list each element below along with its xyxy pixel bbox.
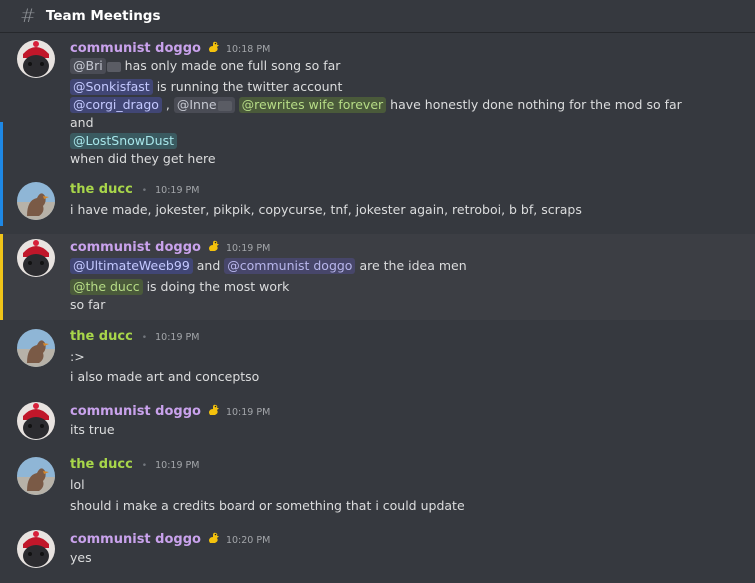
author-name[interactable]: the ducc [70,182,133,197]
message-line: i also made art and conceptso [70,369,260,384]
message-group: communist doggo 10:19 PM its true [0,400,755,444]
message-line: @LostSnowDust [70,132,177,150]
user-mention[interactable]: @Sonkisfast [70,79,153,95]
message-group: the ducc • 10:19 PM i have made, jokeste… [0,172,755,226]
user-mention[interactable]: @communist doggo [224,258,356,274]
message-line: yes [70,550,92,565]
timestamp: 10:19 PM [155,460,200,471]
user-mention[interactable]: @rewrites wife forever [238,97,387,113]
message-group: the ducc • 10:19 PM lol should i make a … [0,455,755,517]
status-dot: • [141,333,148,343]
message-line: @corgi_drago , @Inne @rewrites wife fore… [70,96,682,114]
timestamp: 10:19 PM [155,332,200,343]
author-name[interactable]: communist doggo [70,240,201,255]
message-line: when did they get here [70,151,216,166]
highlight-bar [0,234,3,320]
user-mention[interactable]: @Inne [173,97,235,113]
status-dot: • [141,461,148,471]
redacted-block [106,61,121,72]
highlight-bar [0,172,3,226]
message-line: lol [70,477,85,492]
message-group: communist doggo 10:20 PM yes [0,528,755,576]
message-group: communist doggo 10:19 PM @UltimateWeeb99… [0,234,755,320]
user-mention[interactable]: @UltimateWeeb99 [70,258,193,274]
avatar-doggo[interactable] [17,402,55,440]
channel-header: # Team Meetings [0,0,755,33]
timestamp: 10:20 PM [225,535,271,546]
message-text: is running the twitter account [156,79,343,94]
message-line: @Bri has only made one full song so far [70,57,340,75]
author-name[interactable]: communist doggo [70,404,201,419]
avatar-ducc[interactable] [17,329,55,367]
duck-badge-icon [207,40,220,53]
message-text: and [196,258,221,273]
message-line: and [70,115,94,130]
avatar-doggo[interactable] [17,239,55,277]
author-name[interactable]: communist doggo [70,532,201,547]
highlight-bar [0,122,3,172]
user-mention[interactable]: @the ducc [70,279,143,295]
timestamp: 10:18 PM [225,44,271,55]
message-text: has only made one full song so far [124,58,341,73]
author-name[interactable]: the ducc [70,329,133,344]
timestamp: 10:19 PM [155,185,200,196]
mention-text: @Inne [176,97,217,112]
message-line: @Sonkisfast is running the twitter accou… [70,78,342,96]
user-mention[interactable]: @LostSnowDust [70,133,177,149]
channel-title: Team Meetings [45,8,161,24]
message-line: should i make a credits board or somethi… [70,498,465,513]
avatar-doggo[interactable] [17,40,55,78]
duck-badge-icon [207,239,220,252]
duck-badge-icon [207,403,220,416]
message-group: communist doggo 10:18 PM @Bri has only m… [0,34,755,172]
author-name[interactable]: the ducc [70,457,133,472]
hash-icon: # [20,5,36,27]
message-feed: communist doggo 10:18 PM @Bri has only m… [0,34,755,583]
message-text: have honestly done nothing for the mod s… [390,97,682,112]
avatar-ducc[interactable] [17,182,55,220]
timestamp: 10:19 PM [225,243,271,254]
duck-badge-icon [207,531,220,544]
timestamp: 10:19 PM [225,407,271,418]
status-dot: • [141,186,148,196]
message-group: the ducc • 10:19 PM :> i also made art a… [0,327,755,387]
message-line: @the ducc is doing the most work [70,278,289,296]
user-mention[interactable]: @Bri [70,58,106,74]
user-mention[interactable]: @corgi_drago [70,97,162,113]
message-line: i have made, jokester, pikpik, copycurse… [70,202,582,217]
avatar-doggo[interactable] [17,530,55,568]
separator: , [165,97,170,112]
author-name[interactable]: communist doggo [70,41,201,56]
message-text: is doing the most work [146,279,290,294]
message-line: so far [70,297,106,312]
message-text: are the idea men [359,258,467,273]
message-line: its true [70,422,115,437]
message-line: :> [70,349,85,364]
avatar-ducc[interactable] [17,457,55,495]
redacted-block [217,100,232,111]
message-line: @UltimateWeeb99 and @communist doggo are… [70,257,467,275]
